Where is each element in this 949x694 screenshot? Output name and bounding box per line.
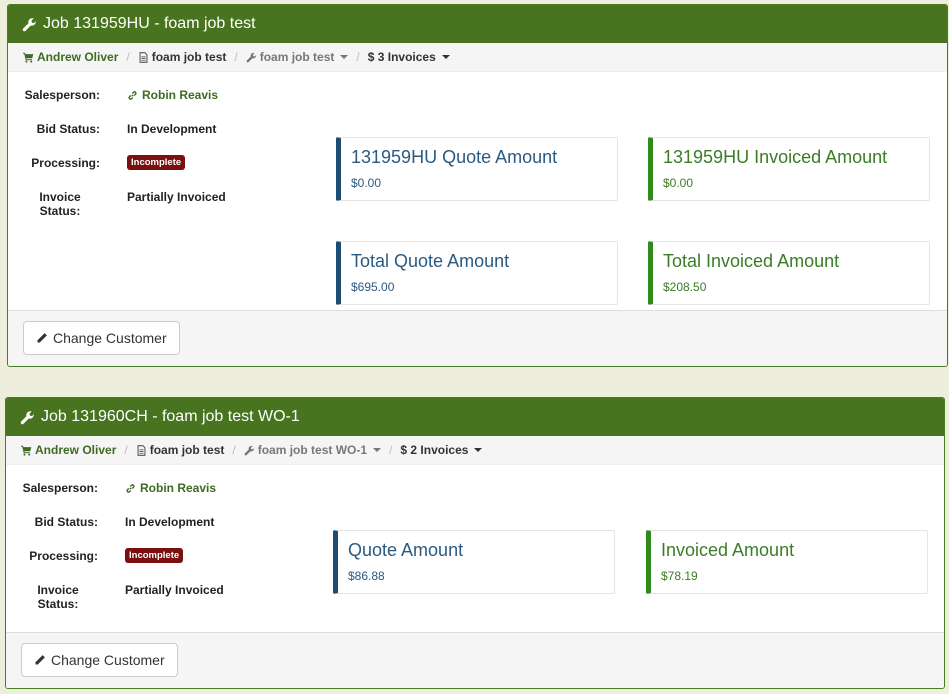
processing-label: Processing: [29,549,98,563]
card-value: $86.88 [348,569,385,583]
quote-amount-card: Quote Amount $86.88 [333,530,615,594]
card-title: 131959HU Quote Amount [351,147,558,167]
breadcrumb-separator: / [232,443,236,457]
document-icon [139,51,148,63]
salesperson-label: Salesperson: [22,481,98,495]
caret-down-icon [441,55,450,59]
caret-down-icon [373,448,382,452]
invoice-status-value: Partially Invoiced [127,190,226,204]
bid-status-label: Bid Status: [34,515,98,529]
document-icon [137,444,146,456]
processing-value: Incomplete [125,547,184,563]
change-customer-button[interactable]: Change Customer [21,643,178,677]
caret-down-icon [474,448,483,452]
cart-icon [23,52,34,63]
breadcrumb-customer[interactable]: Andrew Oliver [23,50,118,64]
breadcrumb-invoices-dropdown[interactable]: $ 3 Invoices [368,50,450,64]
card-title: Quote Amount [348,540,464,560]
breadcrumb-separator: / [124,443,128,457]
card-title: 131959HU Invoiced Amount [663,147,888,167]
link-icon [126,483,135,493]
bid-status-label: Bid Status: [36,122,100,136]
card-value: $78.19 [661,569,698,583]
change-customer-button[interactable]: Change Customer [23,321,180,355]
card-value: $208.50 [663,280,707,294]
card-title: Total Quote Amount [351,251,510,271]
invoiced-amount-card: Invoiced Amount $78.19 [646,530,928,594]
quote-amount-card: 131959HU Quote Amount $0.00 [336,137,618,201]
processing-value: Incomplete [127,154,186,170]
job-title: Job 131959HU - foam job test [43,15,256,32]
salesperson-link[interactable]: Robin Reavis [125,481,216,495]
card-title: Total Invoiced Amount [663,251,840,271]
total-invoiced-card: Total Invoiced Amount $208.50 [648,241,930,305]
card-value: $695.00 [351,280,395,294]
wrench-icon [244,445,255,455]
bid-status-value: In Development [127,122,217,136]
cart-icon [21,445,32,456]
total-quote-card: Total Quote Amount $695.00 [336,241,618,305]
wrench-icon [20,410,35,425]
invoice-status-value: Partially Invoiced [125,583,224,597]
breadcrumb-separator: / [126,50,130,64]
job-panel: Job 131960CH - foam job test WO-1 Andrew… [5,397,945,689]
breadcrumb-job-document[interactable]: foam job test [138,50,226,64]
invoice-status-label: Invoice Status: [39,190,81,218]
job-panel-header: Job 131960CH - foam job test WO-1 [6,398,944,436]
breadcrumb-job-document[interactable]: foam job test [136,443,224,457]
panel-footer: Change Customer [6,632,944,688]
breadcrumb-separator: / [356,50,360,64]
salesperson-link[interactable]: Robin Reavis [127,88,218,102]
card-title: Invoiced Amount [661,540,795,560]
breadcrumb: Andrew Oliver / foam job test / foam job… [6,436,944,465]
breadcrumb-job-menu[interactable]: foam job test [246,50,349,64]
breadcrumb: Andrew Oliver / foam job test / foam job… [8,43,947,72]
wrench-icon [246,52,257,62]
status-badge: Incomplete [125,548,184,563]
panel-footer: Change Customer [8,310,947,366]
caret-down-icon [340,55,349,59]
breadcrumb-customer[interactable]: Andrew Oliver [21,443,116,457]
card-value: $0.00 [351,176,382,190]
breadcrumb-job-menu[interactable]: foam job test WO-1 [244,443,382,457]
invoiced-amount-card: 131959HU Invoiced Amount $0.00 [648,137,930,201]
job-panel: Job 131959HU - foam job test Andrew Oliv… [7,4,948,367]
breadcrumb-separator: / [389,443,393,457]
pencil-icon [37,333,47,343]
breadcrumb-separator: / [234,50,238,64]
bid-status-value: In Development [125,515,215,529]
processing-label: Processing: [31,156,100,170]
job-title: Job 131960CH - foam job test WO-1 [41,408,300,425]
card-value: $0.00 [663,176,694,190]
status-badge: Incomplete [127,155,186,170]
wrench-icon [22,17,37,32]
breadcrumb-invoices-dropdown[interactable]: $ 2 Invoices [400,443,483,457]
salesperson-label: Salesperson: [24,88,100,102]
pencil-icon [35,655,45,665]
invoice-status-label: Invoice Status: [37,583,79,611]
link-icon [128,90,137,100]
job-panel-header: Job 131959HU - foam job test [8,5,947,43]
